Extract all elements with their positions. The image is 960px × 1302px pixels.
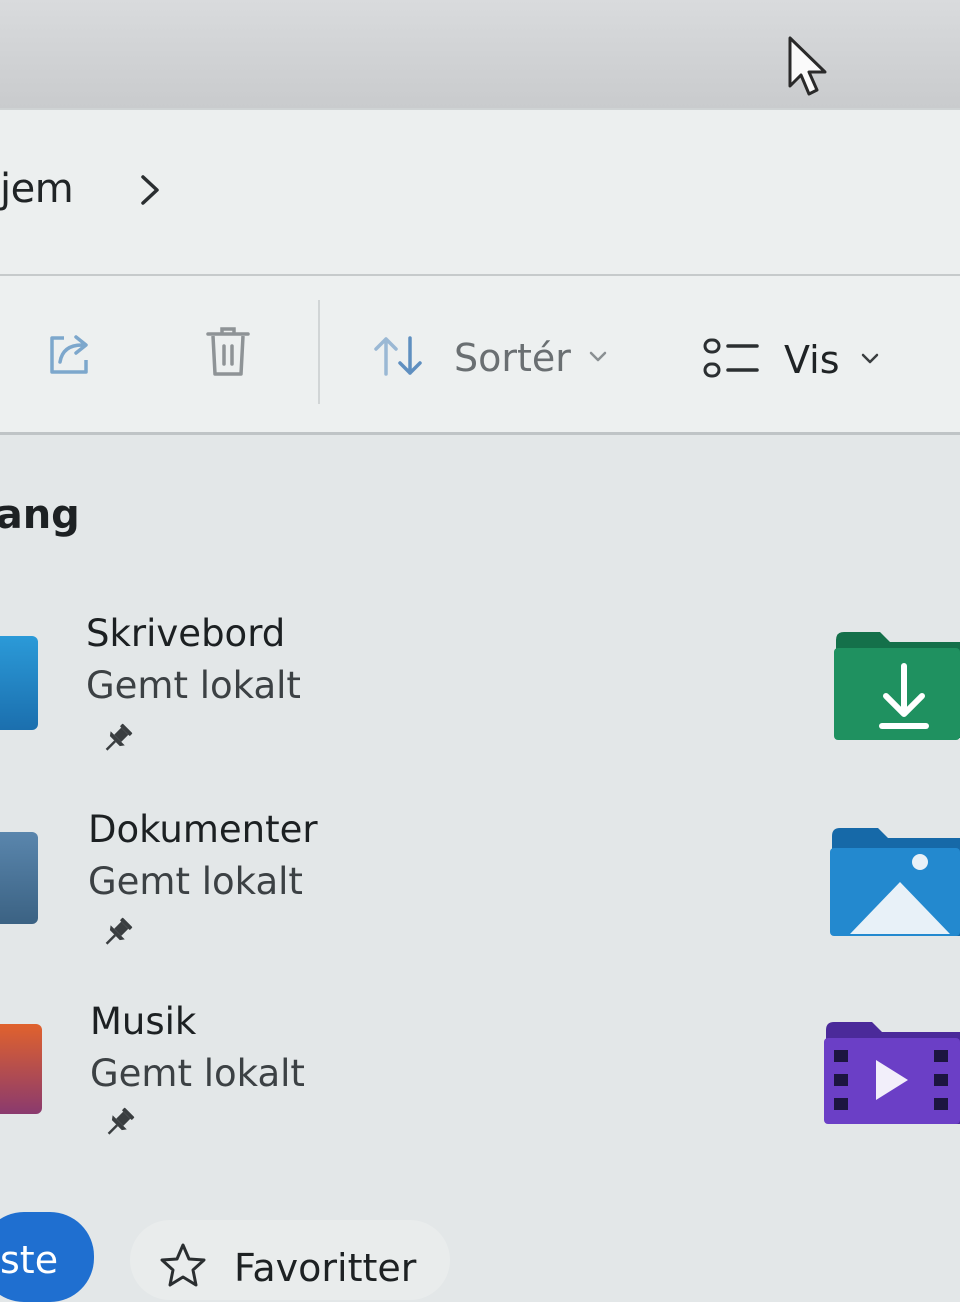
view-layout-icon[interactable] xyxy=(702,336,760,380)
chevron-down-icon[interactable] xyxy=(588,350,608,364)
home-tab-label[interactable]: ste xyxy=(0,1238,58,1282)
section-title: jang xyxy=(0,492,80,538)
documents-folder-icon[interactable] xyxy=(0,832,38,924)
item-title[interactable]: Musik xyxy=(90,1000,196,1043)
star-icon[interactable] xyxy=(158,1242,208,1288)
view-button-label[interactable]: Vis xyxy=(784,338,840,382)
item-title[interactable]: Dokumenter xyxy=(88,808,318,851)
chevron-right-icon[interactable] xyxy=(138,172,162,208)
pin-icon xyxy=(98,720,136,758)
pictures-folder-icon[interactable] xyxy=(828,826,960,938)
toolbar-divider xyxy=(318,300,320,404)
music-folder-icon[interactable] xyxy=(0,1024,42,1114)
trash-icon[interactable] xyxy=(204,324,252,380)
item-title[interactable]: Skrivebord xyxy=(86,612,285,655)
desktop-folder-icon[interactable] xyxy=(0,636,38,730)
pin-icon xyxy=(98,914,136,952)
chevron-down-icon[interactable] xyxy=(860,352,880,366)
sort-button-label[interactable]: Sortér xyxy=(454,336,571,380)
item-status: Gemt lokalt xyxy=(86,664,301,707)
share-icon[interactable] xyxy=(44,330,96,378)
favorites-tab-label[interactable]: Favoritter xyxy=(234,1246,416,1290)
sort-arrows-icon[interactable] xyxy=(372,334,430,378)
videos-folder-icon[interactable] xyxy=(822,1020,960,1126)
pin-icon xyxy=(100,1104,138,1142)
item-status: Gemt lokalt xyxy=(90,1052,305,1095)
mouse-pointer-icon xyxy=(784,34,832,98)
item-status: Gemt lokalt xyxy=(88,860,303,903)
downloads-folder-icon[interactable] xyxy=(832,630,960,742)
breadcrumb-current[interactable]: jem xyxy=(0,166,74,212)
